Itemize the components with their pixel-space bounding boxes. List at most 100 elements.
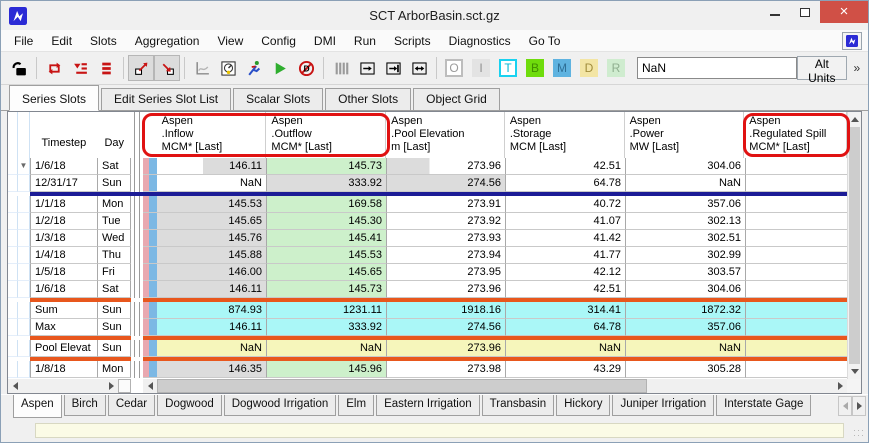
value-cell[interactable]: NaN <box>267 340 387 357</box>
day-cell[interactable]: Fri <box>98 264 131 281</box>
left-pane-scroll-track[interactable] <box>22 379 104 393</box>
column-header-aspen-inflow[interactable]: Aspen.InflowMCM* [Last] <box>157 112 267 158</box>
value-cell[interactable] <box>746 319 847 336</box>
value-cell[interactable]: 1231.11 <box>267 302 387 319</box>
menu-aggregation[interactable]: Aggregation <box>126 32 209 50</box>
day-cell[interactable]: Sun <box>98 175 131 192</box>
value-cell[interactable]: 146.11 <box>157 319 267 336</box>
timestep-cell[interactable]: 1/1/18 <box>30 196 98 213</box>
column-header-aspen-storage[interactable]: Aspen.StorageMCM [Last] <box>505 112 625 158</box>
value-cell[interactable]: 273.92 <box>387 213 506 230</box>
export-button[interactable] <box>128 55 154 81</box>
day-column-header[interactable]: Day <box>98 112 131 158</box>
value-cell[interactable]: 42.12 <box>506 264 626 281</box>
data-scroll-left-button[interactable] <box>143 379 157 393</box>
value-cell[interactable]: 273.96 <box>387 281 506 298</box>
menu-dmi[interactable]: DMI <box>305 32 345 50</box>
toolbar-overflow-button[interactable]: » <box>851 56 863 80</box>
vertical-scroll-thumb[interactable] <box>849 127 860 364</box>
menu-config[interactable]: Config <box>252 32 305 50</box>
value-cell[interactable]: 145.41 <box>267 230 387 247</box>
pane-splitter-handle[interactable] <box>118 379 131 393</box>
menu-view[interactable]: View <box>208 32 252 50</box>
object-tab-cedar[interactable]: Cedar <box>108 395 155 416</box>
day-cell[interactable]: Tue <box>98 213 131 230</box>
value-cell[interactable]: 146.11 <box>157 281 267 298</box>
value-cell[interactable]: 304.06 <box>626 158 746 175</box>
object-tab-hickory[interactable]: Hickory <box>556 395 610 416</box>
object-tab-juniper-irrigation[interactable]: Juniper Irrigation <box>612 395 714 416</box>
value-cell[interactable]: 304.06 <box>626 281 746 298</box>
value-cell[interactable]: 169.58 <box>267 196 387 213</box>
minimize-button[interactable] <box>760 1 790 23</box>
resize-grip-icon[interactable]: ······ <box>853 428 865 438</box>
timestep-cell[interactable]: 1/6/18 <box>30 158 98 175</box>
value-cell[interactable]: 145.76 <box>157 230 267 247</box>
scroll-down-button[interactable] <box>848 364 861 379</box>
flag-o-button[interactable]: O <box>445 59 463 77</box>
data-scroll-right-button[interactable] <box>833 379 847 393</box>
data-pane-hscrollbar[interactable] <box>143 379 847 393</box>
day-cell[interactable]: Sat <box>98 281 131 298</box>
timestep-column-header[interactable]: Timestep <box>30 112 98 158</box>
value-cell[interactable]: 145.53 <box>157 196 267 213</box>
value-cell[interactable] <box>746 196 847 213</box>
left-pane-hscrollbar[interactable] <box>8 379 131 393</box>
import-button[interactable] <box>154 55 180 81</box>
value-cell[interactable]: 145.96 <box>267 361 387 378</box>
horizontal-scroll-thumb[interactable] <box>157 379 647 393</box>
value-cell[interactable]: NaN <box>157 175 267 192</box>
value-cell[interactable]: 146.00 <box>157 264 267 281</box>
value-cell[interactable]: 41.42 <box>506 230 626 247</box>
value-cell[interactable]: 145.65 <box>267 264 387 281</box>
value-cell[interactable]: 41.07 <box>506 213 626 230</box>
object-tab-birch[interactable]: Birch <box>64 395 106 416</box>
left-pane-scroll-right-button[interactable] <box>104 379 118 393</box>
day-cell[interactable]: Mon <box>98 361 131 378</box>
start-run-button[interactable] <box>267 55 293 81</box>
flag-m-button[interactable]: M <box>553 59 571 77</box>
value-cell[interactable]: 1918.16 <box>387 302 506 319</box>
menu-go-to[interactable]: Go To <box>520 32 570 50</box>
vertical-scrollbar[interactable] <box>847 112 861 379</box>
value-cell[interactable] <box>746 247 847 264</box>
column-header-aspen-power[interactable]: Aspen.PowerMW [Last] <box>625 112 745 158</box>
maximize-button[interactable] <box>790 1 820 23</box>
column-header-aspen-pool-elevation[interactable]: Aspen.Pool Elevationm [Last] <box>386 112 505 158</box>
left-pane-scroll-left-button[interactable] <box>8 379 22 393</box>
plot-button[interactable] <box>189 55 215 81</box>
value-cell[interactable] <box>746 281 847 298</box>
timestep-cell[interactable]: Sum <box>30 302 98 319</box>
value-cell[interactable]: 42.51 <box>506 281 626 298</box>
menu-file[interactable]: File <box>5 32 42 50</box>
value-cell[interactable]: 64.78 <box>506 175 626 192</box>
value-cell[interactable]: 357.06 <box>626 196 746 213</box>
value-cell[interactable]: 273.93 <box>387 230 506 247</box>
value-cell[interactable]: 333.92 <box>267 319 387 336</box>
value-cell[interactable]: 273.96 <box>387 340 506 357</box>
object-tab-eastern-irrigation[interactable]: Eastern Irrigation <box>376 395 480 416</box>
menu-edit[interactable]: Edit <box>42 32 81 50</box>
close-button[interactable]: × <box>820 1 868 23</box>
value-cell[interactable]: 273.91 <box>387 196 506 213</box>
value-cell[interactable]: NaN <box>626 175 746 192</box>
timestep-cell[interactable]: 1/8/18 <box>30 361 98 378</box>
timestep-cell[interactable]: Max <box>30 319 98 336</box>
flag-t-button[interactable]: T <box>499 59 517 77</box>
tab-scalar-slots[interactable]: Scalar Slots <box>233 88 323 110</box>
value-cell[interactable] <box>746 340 847 357</box>
value-cell[interactable]: 302.13 <box>626 213 746 230</box>
run-script-button[interactable] <box>241 55 267 81</box>
value-cell[interactable] <box>746 158 847 175</box>
day-cell[interactable]: Sun <box>98 302 131 319</box>
value-cell[interactable]: 145.73 <box>267 281 387 298</box>
fit-all-columns-button[interactable] <box>406 55 432 81</box>
day-cell[interactable]: Sat <box>98 158 131 175</box>
timestep-cell[interactable]: 1/2/18 <box>30 213 98 230</box>
object-tab-interstate-gage[interactable]: Interstate Gage <box>716 395 811 416</box>
timestep-cell[interactable]: 1/3/18 <box>30 230 98 247</box>
value-cell[interactable]: 41.77 <box>506 247 626 264</box>
value-cell[interactable] <box>746 264 847 281</box>
cell-value-input[interactable] <box>637 57 797 79</box>
flag-i-button[interactable]: I <box>472 59 490 77</box>
